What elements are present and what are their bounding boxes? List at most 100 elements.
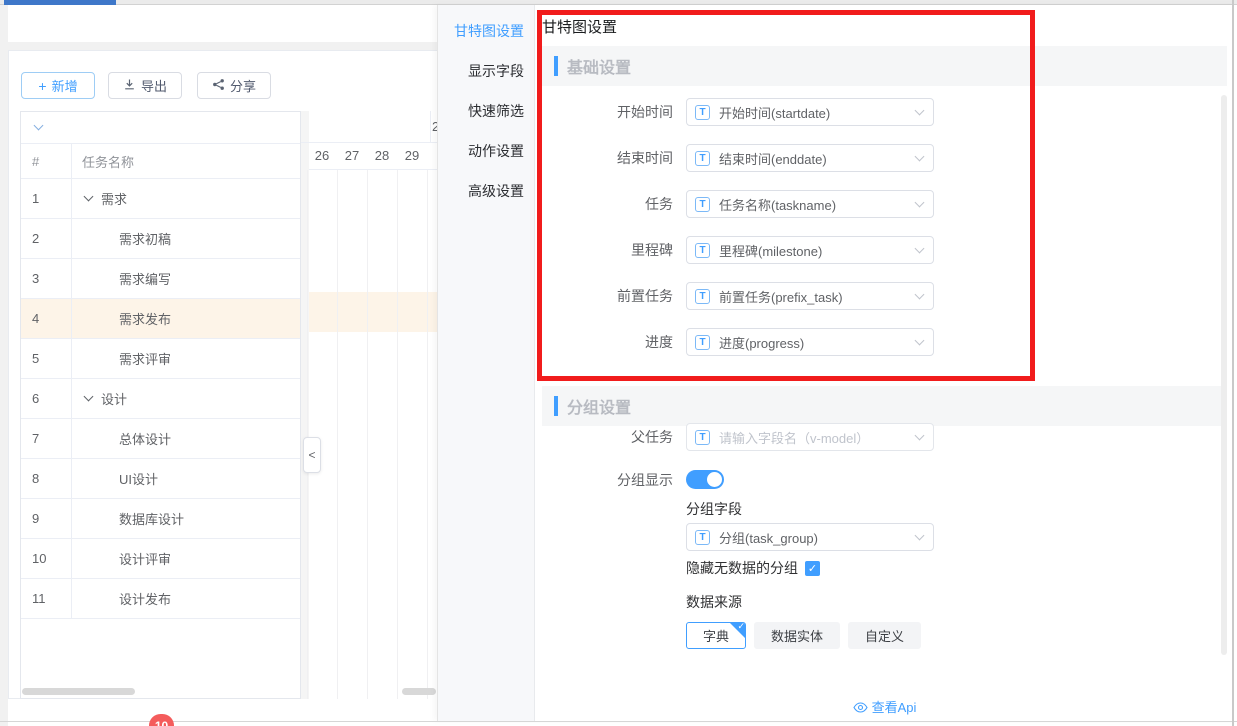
gantt-chart: 2 26 27 28 29 <box>301 111 437 699</box>
source-option-label: 数据实体 <box>771 626 823 645</box>
gantt-row-highlight <box>301 292 437 332</box>
group-display-toggle[interactable] <box>686 470 724 489</box>
check-icon: ✓ <box>737 622 745 632</box>
task-name: UI设计 <box>119 469 158 488</box>
task-name: 需求初稿 <box>119 229 171 248</box>
grid-line <box>367 170 368 699</box>
row-index: 7 <box>21 419 72 458</box>
chevron-down-icon <box>915 335 925 345</box>
field-label: 开始时间 <box>542 98 673 126</box>
text-field-icon: T <box>695 430 710 445</box>
task-name: 需求 <box>101 189 127 208</box>
drawer-vertical-scrollbar[interactable] <box>1221 95 1227 655</box>
add-button-label: 新增 <box>52 76 78 95</box>
background-band <box>8 42 437 50</box>
section-title: 基础设置 <box>567 54 631 78</box>
task-name: 需求评审 <box>119 349 171 368</box>
table-row[interactable]: 11 设计发布 <box>21 579 300 619</box>
chevron-down-icon <box>915 151 925 161</box>
table-select-header[interactable] <box>21 112 300 144</box>
grid-line <box>307 170 308 699</box>
task-select[interactable]: T 任务名称(taskname) <box>686 190 934 218</box>
table-row[interactable]: 2 需求初稿 <box>21 219 300 259</box>
day-label: 27 <box>337 148 367 163</box>
add-button[interactable]: + 新增 <box>21 72 95 99</box>
prefix-task-select[interactable]: T 前置任务(prefix_task) <box>686 282 934 310</box>
row-index: 8 <box>21 459 72 498</box>
field-label: 进度 <box>542 328 673 356</box>
eye-icon <box>853 702 868 713</box>
table-row[interactable]: 1 需求 <box>21 179 300 219</box>
select-value: 里程碑(milestone) <box>719 241 822 260</box>
share-icon <box>212 78 225 94</box>
task-name: 设计 <box>101 389 127 408</box>
view-api-label: 查看Api <box>872 700 917 715</box>
gantt-settings-drawer: 甘特图设置 显示字段 快速筛选 动作设置 高级设置 甘特图设置 基础设置 开始时… <box>437 5 1237 721</box>
tab-gantt-settings[interactable]: 甘特图设置 <box>438 11 534 51</box>
right-window-border <box>1232 0 1234 726</box>
hide-empty-group-label: 隐藏无数据的分组 <box>686 558 798 578</box>
select-value: 任务名称(taskname) <box>719 195 836 214</box>
section-title: 分组设置 <box>567 394 631 418</box>
table-row[interactable]: 3 需求编写 <box>21 259 300 299</box>
group-expand-icon[interactable] <box>84 392 94 402</box>
page: + 新增 导出 分享 # 任务名称 1 需求 2 需求初稿 3 需求编写 4 <box>0 0 1237 726</box>
tab-quick-filter[interactable]: 快速筛选 <box>438 91 534 131</box>
share-button-label: 分享 <box>230 76 256 95</box>
section-accent-bar <box>554 56 558 76</box>
chevron-left-icon: < <box>308 448 315 462</box>
group-settings-header: 分组设置 <box>542 386 1227 426</box>
progress-select[interactable]: T 进度(progress) <box>686 328 934 356</box>
text-field-icon: T <box>695 151 710 166</box>
grid-line <box>397 170 398 699</box>
data-source-options: 字典 ✓ 数据实体 自定义 <box>686 622 921 649</box>
table-row[interactable]: 7 总体设计 <box>21 419 300 459</box>
table-row[interactable]: 6 设计 <box>21 379 300 419</box>
basic-settings-header: 基础设置 <box>542 46 1227 86</box>
row-index: 3 <box>21 259 72 298</box>
chevron-down-icon <box>915 243 925 253</box>
field-label: 前置任务 <box>542 282 673 310</box>
grid-line <box>337 170 338 699</box>
table-row[interactable]: 8 UI设计 <box>21 459 300 499</box>
source-entity-button[interactable]: 数据实体 <box>754 622 840 649</box>
task-name: 数据库设计 <box>119 509 184 528</box>
group-field-select[interactable]: T 分组(task_group) <box>686 523 934 551</box>
task-name: 设计发布 <box>119 589 171 608</box>
export-button[interactable]: 导出 <box>108 72 182 99</box>
row-index: 4 <box>21 299 72 338</box>
gantt-month-header <box>301 111 437 143</box>
index-column-header: # <box>21 144 72 178</box>
table-row[interactable]: 5 需求评审 <box>21 339 300 379</box>
view-api-link[interactable]: 查看Api <box>542 697 1227 716</box>
group-expand-icon[interactable] <box>84 192 94 202</box>
day-label: 28 <box>367 148 397 163</box>
tab-display-fields[interactable]: 显示字段 <box>438 51 534 91</box>
end-time-select[interactable]: T 结束时间(enddate) <box>686 144 934 172</box>
source-dictionary-button[interactable]: 字典 ✓ <box>686 622 746 649</box>
table-horizontal-scrollbar[interactable] <box>22 688 135 695</box>
collapse-panel-handle[interactable]: < <box>303 437 321 473</box>
table-row[interactable]: 10 设计评审 <box>21 539 300 579</box>
row-index: 1 <box>21 179 72 218</box>
source-custom-button[interactable]: 自定义 <box>848 622 921 649</box>
field-label: 里程碑 <box>542 236 673 264</box>
start-time-select[interactable]: T 开始时间(startdate) <box>686 98 934 126</box>
share-button[interactable]: 分享 <box>197 72 271 99</box>
group-field-label: 分组字段 <box>686 499 742 519</box>
hide-empty-group-checkbox[interactable]: ✓ <box>805 561 820 576</box>
tab-action-settings[interactable]: 动作设置 <box>438 131 534 171</box>
toggle-knob <box>707 472 722 487</box>
data-source-label: 数据来源 <box>686 592 742 612</box>
tab-advanced-settings[interactable]: 高级设置 <box>438 171 534 211</box>
parent-task-select[interactable]: T 请输入字段名（v-model） <box>686 423 934 451</box>
gantt-horizontal-scrollbar[interactable] <box>402 688 436 695</box>
field-label: 分组显示 <box>542 466 673 494</box>
notification-badge: 10 <box>149 714 174 726</box>
table-row-highlighted[interactable]: 4 需求发布 <box>21 299 300 339</box>
text-field-icon: T <box>695 243 710 258</box>
task-name: 总体设计 <box>119 429 171 448</box>
table-row[interactable]: 9 数据库设计 <box>21 499 300 539</box>
milestone-select[interactable]: T 里程碑(milestone) <box>686 236 934 264</box>
drawer-content: 甘特图设置 基础设置 开始时间 T 开始时间(startdate) 结束时间 T… <box>542 5 1227 721</box>
